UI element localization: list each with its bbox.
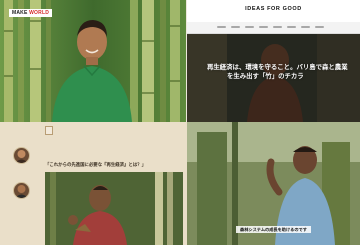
ideas-for-good-article-panel: IDEAS FOR GOOD 再生経済は、環境を守ること。バリ島で森と農業 を生… <box>187 0 360 122</box>
interview-page-panel: 「これからの先進国に必要な『再生経済』とは？」 <box>0 122 187 245</box>
nav-item[interactable] <box>273 26 282 28</box>
category-badge[interactable] <box>45 126 53 135</box>
bamboo-forest-scene <box>0 0 186 122</box>
make-world-logo: MAKE WORLD <box>9 9 53 17</box>
nav-item[interactable] <box>217 26 226 28</box>
site-title[interactable]: IDEAS FOR GOOD <box>187 6 360 12</box>
interview-photo <box>45 172 183 245</box>
nav-item[interactable] <box>259 26 268 28</box>
nav-item[interactable] <box>245 26 254 28</box>
avatar <box>13 147 30 164</box>
bamboo-portrait-panel: MAKE WORLD <box>0 0 186 122</box>
video-caption: 森林システムの成長を助けるのです <box>187 226 360 233</box>
article-hero-title[interactable]: 再生経済は、環境を守ること。バリ島で森と農業 を生み出す「竹」のチカラ <box>207 63 352 81</box>
nav-item[interactable] <box>287 26 296 28</box>
nav-item[interactable] <box>315 26 324 28</box>
site-header: IDEAS FOR GOOD <box>187 0 360 22</box>
nav-item[interactable] <box>231 26 240 28</box>
interview-headline[interactable]: 「これからの先進国に必要な『再生経済』とは？」 <box>45 162 146 168</box>
avatar <box>13 182 30 199</box>
site-nav <box>187 22 360 34</box>
forest-video-panel: 森林システムの成長を助けるのです <box>187 122 360 245</box>
nav-item[interactable] <box>301 26 310 28</box>
